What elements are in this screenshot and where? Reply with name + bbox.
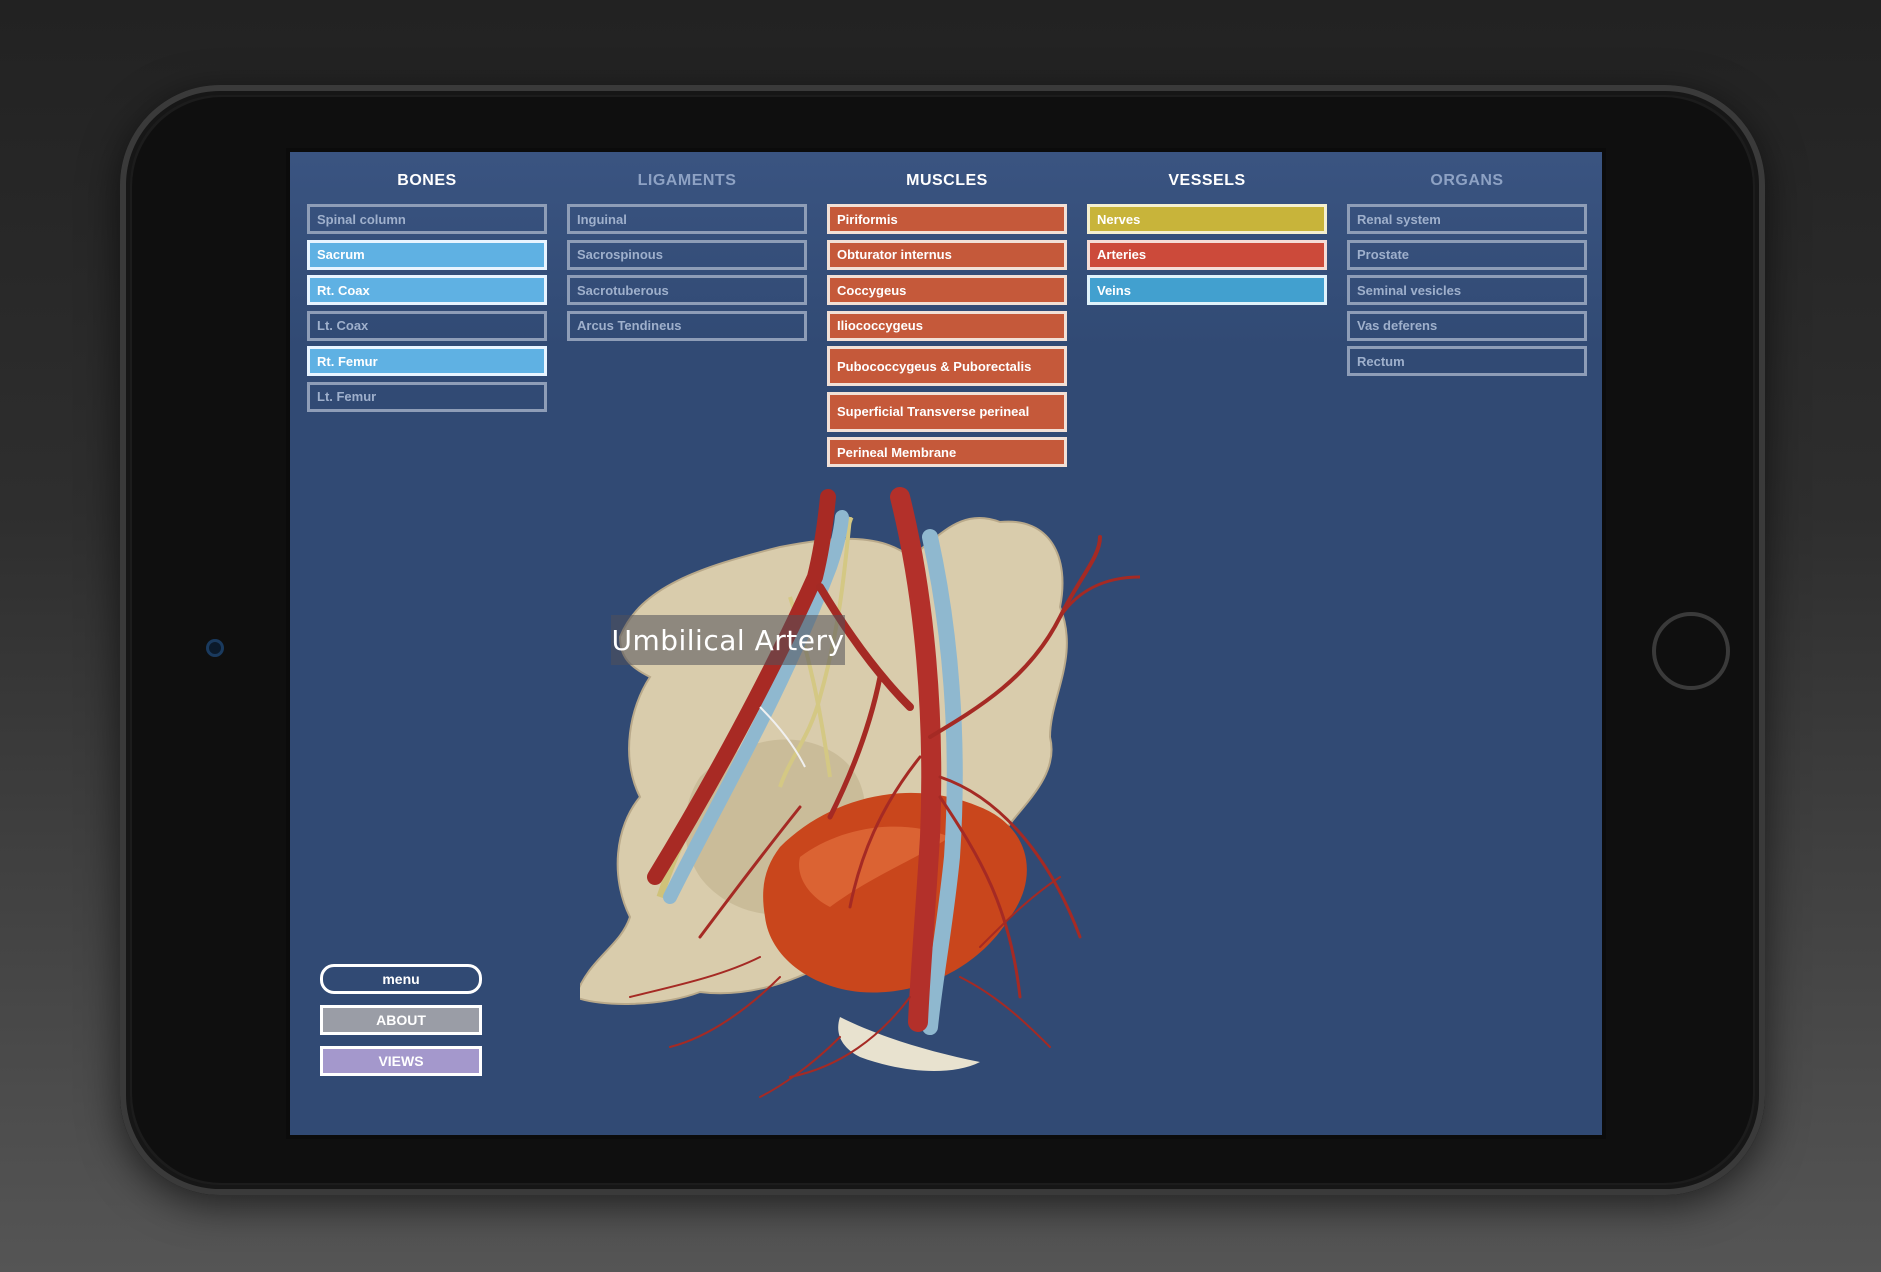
bones-title: BONES	[397, 172, 457, 189]
muscle-item-piriformis[interactable]: Piriformis	[827, 204, 1067, 234]
organs-column: ORGANS Renal system Prostate Seminal ves…	[1347, 170, 1587, 382]
bone-item-lt-coax[interactable]: Lt. Coax	[307, 310, 547, 341]
muscle-item-coccygeus[interactable]: Coccygeus	[827, 275, 1067, 305]
pelvis-3d-model[interactable]	[580, 477, 1140, 1107]
muscle-item-superficial-transverse-perineal[interactable]: Superficial Transverse perineal	[827, 391, 1067, 432]
vessels-column: VESSELS Nerves Arteries Veins	[1087, 170, 1327, 311]
vessel-item-nerves[interactable]: Nerves	[1087, 204, 1327, 234]
bone-item-spinal-column[interactable]: Spinal column	[307, 204, 547, 234]
ligament-item-sacrospinous[interactable]: Sacrospinous	[567, 239, 807, 270]
home-button[interactable]	[1652, 612, 1730, 690]
organ-item-renal-system[interactable]: Renal system	[1347, 204, 1587, 234]
organ-item-prostate[interactable]: Prostate	[1347, 239, 1587, 270]
bone-item-lt-femur[interactable]: Lt. Femur	[307, 381, 547, 412]
vessel-item-arteries[interactable]: Arteries	[1087, 239, 1327, 270]
muscle-item-perineal-membrane[interactable]: Perineal Membrane	[827, 437, 1067, 467]
ligaments-title: LIGAMENTS	[637, 172, 737, 189]
views-button[interactable]: VIEWS	[320, 1046, 482, 1076]
app-screen: BONES Spinal column Sacrum Rt. Coax Lt. …	[286, 148, 1606, 1139]
bone-item-sacrum[interactable]: Sacrum	[307, 239, 547, 270]
ligament-item-sacrotuberous[interactable]: Sacrotuberous	[567, 275, 807, 305]
menu-button[interactable]: menu	[320, 964, 482, 994]
bones-column: BONES Spinal column Sacrum Rt. Coax Lt. …	[307, 170, 547, 417]
camera-icon	[206, 639, 224, 657]
model-label-tooltip: Umbilical Artery	[611, 615, 845, 665]
ligaments-column: LIGAMENTS Inguinal Sacrospinous Sacrotub…	[567, 170, 807, 346]
muscle-item-pubococcygeus[interactable]: Pubococcygeus & Puborectalis	[827, 346, 1067, 386]
vessel-item-veins[interactable]: Veins	[1087, 275, 1327, 305]
ligament-item-arcus-tendineus[interactable]: Arcus Tendineus	[567, 310, 807, 341]
organ-item-rectum[interactable]: Rectum	[1347, 346, 1587, 376]
about-button[interactable]: ABOUT	[320, 1005, 482, 1035]
organ-item-vas-deferens[interactable]: Vas deferens	[1347, 310, 1587, 341]
bone-item-rt-femur[interactable]: Rt. Femur	[307, 346, 547, 376]
muscle-item-obturator-internus[interactable]: Obturator internus	[827, 239, 1067, 270]
organs-title: ORGANS	[1430, 172, 1504, 189]
muscles-column: MUSCLES Piriformis Obturator internus Co…	[827, 170, 1067, 473]
organ-item-seminal-vesicles[interactable]: Seminal vesicles	[1347, 275, 1587, 305]
vessels-title: VESSELS	[1168, 172, 1246, 189]
muscle-item-iliococcygeus[interactable]: Iliococcygeus	[827, 310, 1067, 341]
muscles-title: MUSCLES	[906, 172, 988, 189]
bone-item-rt-coax[interactable]: Rt. Coax	[307, 275, 547, 305]
ligament-item-inguinal[interactable]: Inguinal	[567, 204, 807, 234]
